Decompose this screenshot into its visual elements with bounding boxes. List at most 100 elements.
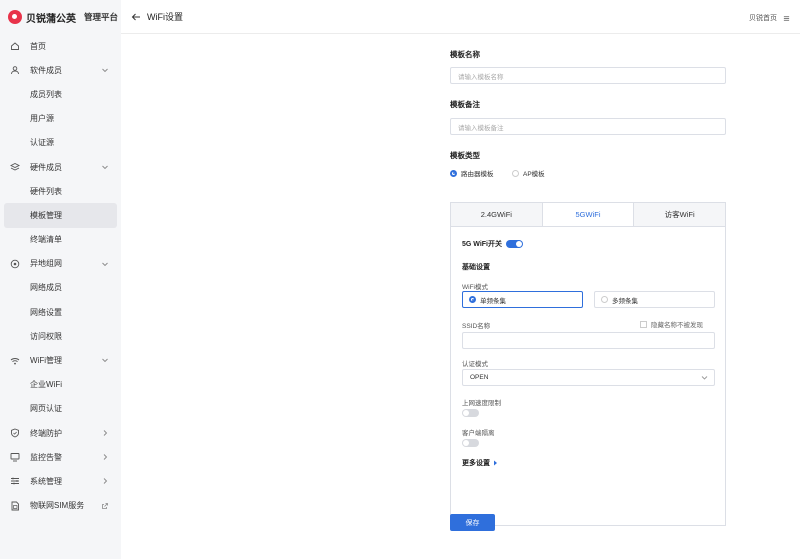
auth-mode-label: 认证模式	[462, 361, 488, 368]
sim-icon	[10, 501, 20, 511]
back-arrow-icon[interactable]	[131, 12, 141, 22]
sidebar-item-label: 硬件列表	[30, 186, 62, 196]
sidebar-item[interactable]: 用户源	[0, 107, 121, 131]
external-link-icon	[102, 502, 108, 509]
sidebar-item-label: 监控告警	[30, 452, 62, 462]
template-type-router-option[interactable]: 路由器模板	[450, 168, 494, 178]
wifi-mode-multi-label: 多频条集	[612, 297, 638, 305]
wifi-mode-single-label: 单频条集	[480, 297, 506, 305]
page-title: WiFi设置	[147, 12, 183, 22]
network-icon	[10, 259, 20, 269]
tab-2g-wifi[interactable]: 2.4GWiFi	[451, 203, 543, 226]
wifi-icon	[10, 356, 20, 366]
sidebar-item-label: 异地组网	[30, 259, 62, 269]
tab-guest-wifi[interactable]: 访客WiFi	[634, 203, 725, 226]
chevron-down-icon	[701, 376, 708, 380]
chevron-right-icon	[103, 478, 108, 485]
sidebar-item[interactable]: 硬件列表	[0, 179, 121, 203]
sidebar-item[interactable]: 终端防护	[0, 421, 121, 445]
sidebar-item-label: 网络成员	[30, 283, 62, 293]
home-link[interactable]: 贝锐首页	[749, 13, 777, 23]
auth-mode-value: OPEN	[470, 374, 489, 381]
chevron-down-icon	[102, 165, 108, 170]
chevron-down-icon	[102, 68, 108, 73]
sidebar-item[interactable]: 异地组网	[0, 252, 121, 276]
sidebar-item[interactable]: 网络设置	[0, 300, 121, 324]
sidebar-item[interactable]: 软件成员	[0, 58, 121, 82]
sidebar-item[interactable]: 认证源	[0, 131, 121, 155]
sidebar-item[interactable]: 物联网SIM服务	[0, 494, 121, 518]
speed-limit-label: 上网速度限制	[462, 400, 501, 407]
sidebar-item-label: 硬件成员	[30, 162, 62, 172]
sidebar-item[interactable]: 访问权限	[0, 324, 121, 348]
router-template-label: 路由器模板	[461, 171, 494, 178]
sidebar-item[interactable]: WiFi管理	[0, 348, 121, 372]
sidebar-item-label: 网络设置	[30, 307, 62, 317]
client-isolation-label: 客户端隔离	[462, 430, 495, 437]
sidebar-item[interactable]: 网页认证	[0, 397, 121, 421]
sidebar-item-label: 软件成员	[30, 65, 62, 75]
brand-logo-icon	[8, 10, 22, 24]
sliders-icon	[10, 476, 20, 486]
sidebar-item[interactable]: 企业WiFi	[0, 373, 121, 397]
user-icon	[10, 65, 20, 75]
sidebar-item-label: 终端防护	[30, 428, 62, 438]
sidebar-item[interactable]: 首页	[0, 34, 121, 58]
radio-checked-icon	[469, 296, 476, 303]
sidebar-item-label: 访问权限	[30, 331, 62, 341]
sidebar-item-label: 认证源	[30, 138, 54, 148]
sidebar-item-label: 成员列表	[30, 89, 62, 99]
checkbox-icon	[640, 320, 647, 328]
sidebar-item[interactable]: 成员列表	[0, 82, 121, 106]
speed-limit-toggle[interactable]	[462, 409, 479, 417]
radio-unchecked-icon	[512, 169, 519, 177]
sidebar-item-label: 终端清单	[30, 235, 62, 245]
topbar: WiFi设置 贝锐首页	[121, 0, 800, 34]
wifi-switch-label: 5G WiFi开关	[462, 241, 502, 248]
top-right: 贝锐首页	[749, 13, 790, 23]
template-name-input[interactable]: 请输入模板名称	[450, 67, 726, 84]
template-type-ap-option[interactable]: AP模板	[512, 168, 545, 178]
more-settings-link[interactable]: 更多设置	[462, 458, 498, 468]
auth-mode-select[interactable]: OPEN	[462, 369, 715, 386]
sidebar-item-label: 用户源	[30, 114, 54, 124]
sidebar-item-label: 物联网SIM服务	[30, 501, 85, 511]
sidebar-item[interactable]: 模板管理	[4, 203, 117, 228]
sidebar-item-label: 企业WiFi	[30, 380, 62, 390]
menu-icon[interactable]	[783, 15, 790, 22]
template-note-label: 模板备注	[450, 100, 480, 109]
hide-ssid-checkbox[interactable]: 隐藏名称不被发现	[640, 319, 703, 329]
sidebar-item-label: 首页	[30, 41, 46, 51]
sidebar-item-label: WiFi管理	[30, 356, 62, 366]
ssid-input[interactable]	[462, 332, 715, 349]
wifi-mode-single[interactable]: 单频条集	[462, 291, 583, 308]
home-icon	[10, 41, 20, 51]
sidebar-item-label: 系统管理	[30, 476, 62, 486]
brand-name: 贝锐蒲公英	[26, 13, 76, 25]
wifi-5g-toggle[interactable]	[506, 240, 523, 248]
sidebar-item[interactable]: 监控告警	[0, 445, 121, 469]
tab-5g-wifi[interactable]: 5GWiFi	[542, 203, 635, 226]
sidebar-item[interactable]: 网络成员	[0, 276, 121, 300]
sidebar-item[interactable]: 硬件成员	[0, 155, 121, 179]
wifi-tabs: 2.4GWiFi 5GWiFi 访客WiFi	[450, 202, 726, 226]
template-type-label: 模板类型	[450, 151, 480, 160]
chevron-right-icon	[103, 454, 108, 461]
wifi-mode-multi[interactable]: 多频条集	[594, 291, 715, 308]
client-isolation-toggle[interactable]	[462, 439, 479, 447]
ap-template-label: AP模板	[523, 171, 545, 178]
save-button[interactable]: 保存	[450, 514, 495, 531]
shield-icon	[10, 428, 20, 438]
sidebar-item[interactable]: 系统管理	[0, 469, 121, 493]
radio-unchecked-icon	[601, 296, 608, 303]
wifi-mode-label: WiFi模式	[462, 284, 488, 291]
monitor-icon	[10, 452, 20, 462]
sidebar-item[interactable]: 终端清单	[0, 228, 121, 252]
hide-ssid-label: 隐藏名称不被发现	[651, 322, 703, 329]
chevron-down-icon	[102, 359, 108, 363]
template-note-input[interactable]: 请输入模板备注	[450, 118, 726, 135]
more-settings-label: 更多设置	[462, 460, 490, 467]
sidebar-item-label: 网页认证	[30, 404, 62, 414]
template-name-label: 模板名称	[450, 50, 480, 59]
radio-checked-icon	[450, 169, 457, 177]
